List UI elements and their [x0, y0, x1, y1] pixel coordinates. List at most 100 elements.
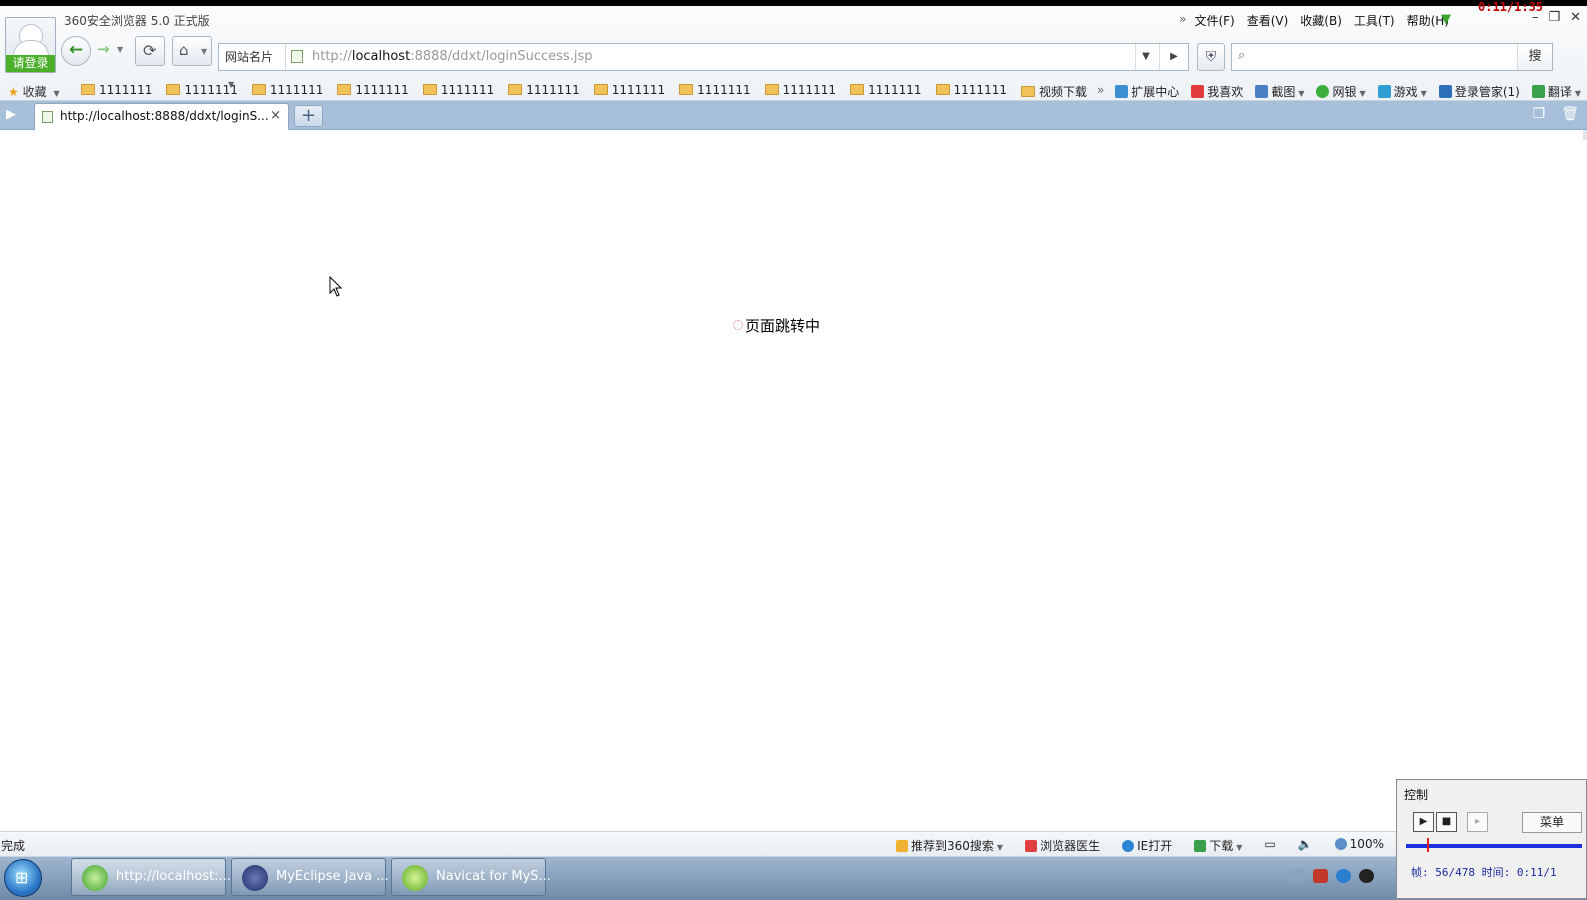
login-button[interactable]: 请登录 [6, 55, 55, 72]
play-button[interactable]: ▶ [1413, 812, 1434, 832]
menu-favorites[interactable]: 收藏(B) [1300, 12, 1342, 29]
menu-tools[interactable]: 工具(T) [1354, 12, 1395, 29]
start-button[interactable]: ⊞ [4, 859, 42, 897]
recorder-frame-info: 帧: 56/478 时间: 0:11/1 [1411, 866, 1557, 879]
user-avatar[interactable]: 请登录 [5, 17, 56, 73]
chevron-down-icon[interactable]: ▼ [117, 45, 123, 54]
network-icon[interactable] [1313, 869, 1328, 883]
taskbar-item-browser[interactable]: http://localhost:... [71, 858, 231, 896]
bookmark-folder-label: 1111111 [526, 83, 580, 97]
tab-active[interactable]: http://localhost:8888/ddxt/loginS... × [34, 103, 289, 130]
skin-shirt-icon[interactable]: ▼ [1441, 12, 1457, 27]
bookmark-folder[interactable]: 1111111 [508, 83, 580, 100]
screenshot-button[interactable]: 截图 ▼ [1255, 83, 1304, 100]
favorites-menu[interactable]: ★ 收藏 ▼ [8, 83, 60, 100]
bookmark-folder[interactable]: 1111111 [251, 83, 324, 100]
bookmark-folder-label: 1111111 [99, 83, 153, 97]
stop-button[interactable]: ■ [1436, 812, 1457, 832]
restore-tabs-icon[interactable]: ❐ [1533, 106, 1546, 122]
bookmark-folder[interactable]: 1111111 [422, 83, 495, 100]
taskbar-item-navicat[interactable]: Navicat for MyS... [391, 858, 551, 896]
online-banking-button[interactable]: 网银 ▼ [1316, 83, 1366, 100]
tab-bar: ▶ http://localhost:8888/ddxt/loginS... ×… [0, 101, 1587, 130]
security-shield-button[interactable]: ⛨ [1197, 43, 1225, 71]
url-path: :8888/ddxt/loginSuccess.jsp [410, 49, 593, 64]
chevron-down-icon: ▼ [1359, 89, 1366, 98]
bookmark-folder[interactable]: 1111111 [679, 83, 751, 100]
keyboard-icon[interactable] [1290, 869, 1305, 883]
zoom-button[interactable]: 100% [1334, 837, 1384, 854]
menu-view[interactable]: 查看(V) [1247, 12, 1289, 29]
search-tray-icon[interactable] [1336, 869, 1351, 883]
forward-button[interactable]: → ▼ [93, 36, 128, 66]
refresh-button[interactable]: ⟳ [135, 36, 165, 66]
loading-spinner-icon [733, 320, 743, 330]
navicat-icon [402, 865, 428, 891]
url-text[interactable]: http://localhost:8888/ddxt/loginSuccess.… [312, 44, 592, 70]
bookmark-folder[interactable]: 1111111 [166, 83, 238, 100]
chevron-down-icon: ▼ [996, 843, 1004, 852]
url-host: localhost [351, 49, 411, 64]
online-banking-label: 网银 [1332, 85, 1357, 99]
search-box[interactable]: ⌕ 搜 [1231, 43, 1553, 71]
recorder-menu-button[interactable]: 菜单 [1522, 812, 1582, 833]
bookmark-folder[interactable]: 1111111 [935, 83, 1007, 100]
recommend-label: 推荐到360搜索 [911, 839, 994, 853]
browser-doctor-button[interactable]: 浏览器医生 [1025, 837, 1100, 854]
bookmark-folder[interactable]: 视频下载 [1020, 83, 1087, 100]
go-button[interactable]: ▶ [1159, 44, 1188, 70]
games-button[interactable]: 游戏 ▼ [1377, 83, 1427, 100]
close-tab-icon[interactable]: × [270, 108, 281, 123]
bookmark-folder-label: 1111111 [440, 83, 495, 97]
login-manager-button[interactable]: 登录管家(1) [1438, 83, 1520, 100]
bookmark-folder-label: 1111111 [355, 83, 409, 97]
window-title: 360安全浏览器 5.0 正式版 [64, 14, 210, 28]
site-cards-label: 网站名片 [225, 50, 274, 64]
bookmark-folder-label: 1111111 [269, 83, 324, 97]
bookmark-folder-label: 视频下载 [1038, 85, 1087, 99]
back-button[interactable]: ← [61, 36, 91, 66]
recommend-360-search-button[interactable]: 推荐到360搜索 ▼ [896, 837, 1003, 854]
new-tab-button[interactable]: + [294, 105, 323, 127]
taskbar-item-label: MyEclipse Java ... [276, 869, 389, 884]
menu-file[interactable]: 文件(F) [1194, 12, 1234, 29]
address-history-dropdown[interactable]: ▼ [1135, 44, 1156, 70]
favorites-like-button[interactable]: 我喜欢 [1191, 83, 1243, 100]
window-icon[interactable]: ▭ [1264, 837, 1275, 854]
download-button[interactable]: 下载 ▼ [1194, 837, 1242, 854]
volume-icon[interactable]: 🔈 [1298, 837, 1313, 854]
bookmarks-more-button[interactable]: » [1097, 83, 1104, 100]
recorder-timeline[interactable] [1406, 844, 1582, 848]
folder-icon [764, 84, 779, 95]
chevron-down-icon[interactable]: ▼ [201, 47, 207, 56]
address-bar[interactable]: 网站名片 ▼ http://localhost:8888/ddxt/loginS… [218, 43, 1189, 89]
home-button[interactable]: ⌂ ▼ [172, 36, 212, 66]
trash-icon[interactable]: 🗑 [1561, 106, 1579, 122]
bookmark-folder[interactable]: 1111111 [764, 83, 836, 100]
search-icon[interactable]: ⌕ [1238, 48, 1245, 63]
scrollbar[interactable] [1583, 130, 1587, 140]
taskbar-item-label: http://localhost:... [116, 869, 231, 884]
bookmark-folder-label: 1111111 [184, 83, 238, 97]
qq-icon[interactable] [1359, 869, 1374, 883]
url-scheme: http:// [312, 49, 352, 64]
bookmark-folder[interactable]: 1111111 [81, 83, 152, 100]
mouse-cursor-icon [329, 276, 343, 297]
bookmark-folder[interactable]: 1111111 [850, 83, 922, 100]
translate-button[interactable]: 翻译 ▼ [1531, 83, 1581, 100]
extension-center-button[interactable]: 扩展中心 [1115, 83, 1179, 100]
next-frame-button[interactable]: ▸ [1467, 812, 1488, 832]
restore-icon[interactable]: ❐ [1548, 10, 1560, 25]
close-window-icon[interactable]: ✕ [1570, 10, 1581, 25]
search-button[interactable]: 搜 [1517, 44, 1552, 70]
star-icon: ★ [8, 85, 19, 99]
sidebar-toggle-icon[interactable]: ▶ [6, 107, 16, 122]
open-in-ie-button[interactable]: IE打开 [1122, 837, 1172, 854]
recorder-playhead[interactable] [1427, 838, 1429, 852]
taskbar-item-myeclipse[interactable]: MyEclipse Java ... [231, 858, 389, 896]
bookmark-folder[interactable]: 1111111 [337, 83, 409, 100]
site-cards-dropdown[interactable]: 网站名片 ▼ [219, 44, 286, 89]
bookmark-folder[interactable]: 1111111 [593, 83, 665, 100]
status-bar: 完成 推荐到360搜索 ▼ 浏览器医生 IE打开 下载 ▼ ▭ 🔈 100% [0, 831, 1587, 857]
menu-more-button[interactable]: » [1179, 12, 1186, 29]
